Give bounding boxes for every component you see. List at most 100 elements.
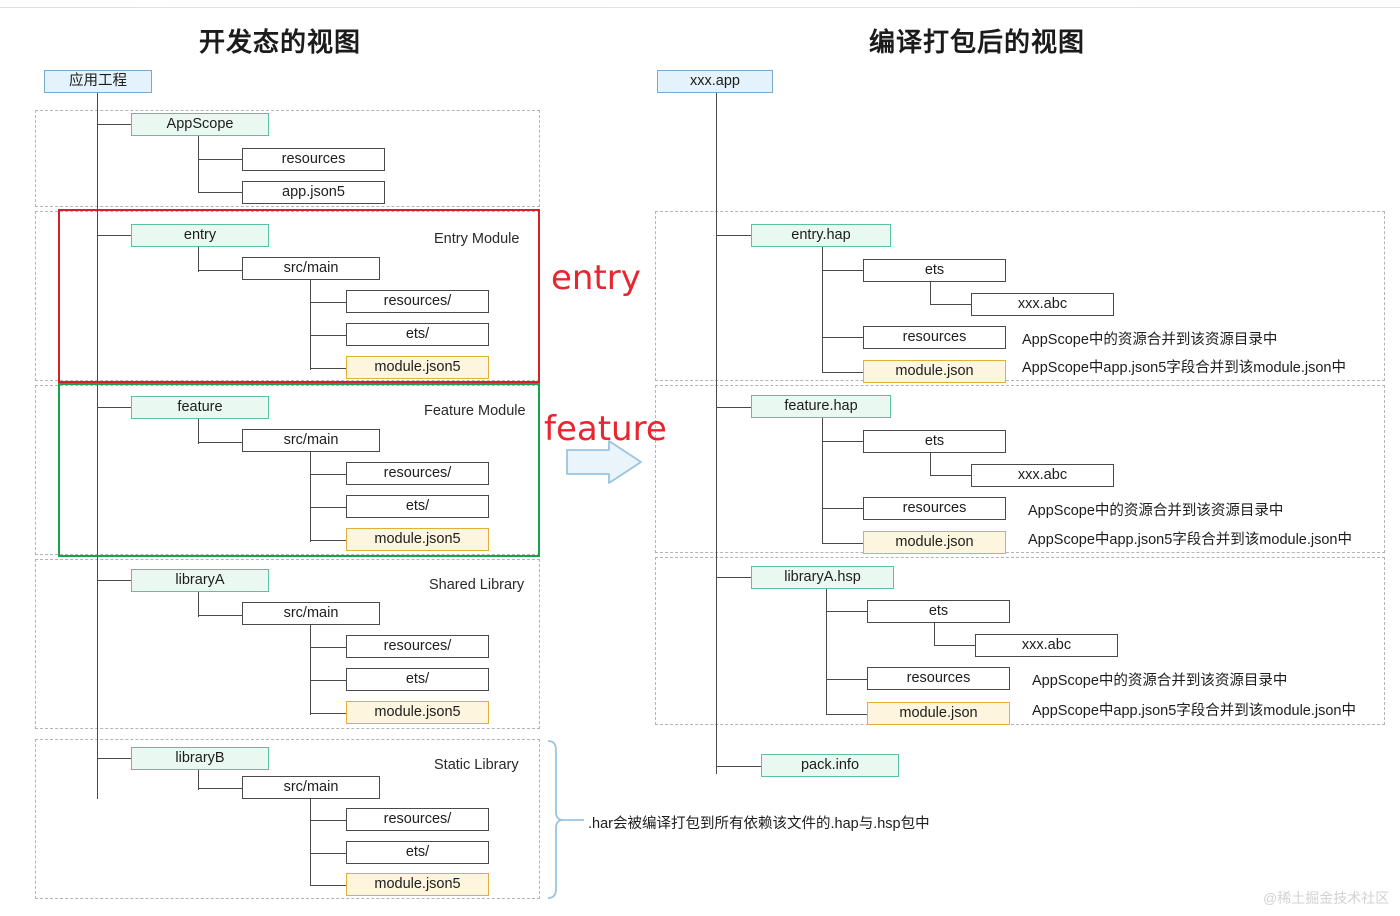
connector: [310, 452, 311, 542]
connector: [826, 679, 868, 680]
node-librarya-hsp-abc[interactable]: xxx.abc: [975, 634, 1118, 657]
connector: [310, 540, 347, 541]
note-librarya-hsp-json: AppScope中app.json5字段合并到该module.json中: [1032, 703, 1356, 719]
connector: [822, 441, 864, 442]
connector: [97, 124, 132, 125]
connector: [310, 713, 347, 714]
node-libraryb-module-json5[interactable]: module.json5: [346, 873, 489, 896]
connector: [822, 418, 823, 543]
connector: [822, 337, 864, 338]
connector: [822, 247, 823, 372]
connector: [310, 820, 347, 821]
connector: [198, 419, 199, 444]
connector: [826, 589, 827, 714]
node-feature[interactable]: feature: [131, 396, 269, 419]
connector: [934, 645, 976, 646]
connector: [198, 770, 199, 790]
node-feature-srcmain[interactable]: src/main: [242, 429, 380, 452]
node-librarya-module-json5[interactable]: module.json5: [346, 701, 489, 724]
node-librarya[interactable]: libraryA: [131, 569, 269, 592]
left-panel-title: 开发态的视图: [199, 27, 362, 57]
node-libraryb-srcmain[interactable]: src/main: [242, 776, 380, 799]
connector: [97, 758, 132, 759]
node-feature-ets[interactable]: ets/: [346, 495, 489, 518]
annotation-feature: feature: [544, 409, 667, 449]
annotation-entry: entry: [551, 258, 641, 298]
node-libraryb[interactable]: libraryB: [131, 747, 269, 770]
node-feature-module-json5[interactable]: module.json5: [346, 528, 489, 551]
connector: [930, 475, 972, 476]
node-feature-hap-resources[interactable]: resources: [863, 497, 1006, 520]
node-entry-hap-ets[interactable]: ets: [863, 259, 1006, 282]
node-librarya-hsp-ets[interactable]: ets: [867, 600, 1010, 623]
node-feature-hap-module-json[interactable]: module.json: [863, 531, 1006, 554]
node-libraryb-resources[interactable]: resources/: [346, 808, 489, 831]
connector: [310, 625, 311, 715]
connector: [930, 304, 972, 305]
connector: [930, 282, 931, 304]
connector: [716, 577, 752, 578]
node-app-project[interactable]: 应用工程: [44, 70, 152, 93]
node-feature-hap[interactable]: feature.hap: [751, 395, 891, 418]
connector: [310, 302, 347, 303]
connector: [97, 235, 132, 236]
connector: [310, 853, 347, 854]
node-entry[interactable]: entry: [131, 224, 269, 247]
node-entry-srcmain[interactable]: src/main: [242, 257, 380, 280]
note-librarya-hsp-resources: AppScope中的资源合并到该资源目录中: [1032, 673, 1288, 689]
node-librarya-hsp-module-json[interactable]: module.json: [867, 702, 1010, 725]
har-packaging-note: .har会被编译打包到所有依赖该文件的.hap与.hsp包中: [588, 816, 930, 832]
node-feature-hap-ets[interactable]: ets: [863, 430, 1006, 453]
connector: [198, 442, 243, 443]
node-librarya-hsp[interactable]: libraryA.hsp: [751, 566, 894, 589]
node-app-json5[interactable]: app.json5: [242, 181, 385, 204]
node-pack-info[interactable]: pack.info: [761, 754, 899, 777]
right-trunk-line: [716, 93, 717, 774]
node-librarya-hsp-resources[interactable]: resources: [867, 667, 1010, 690]
connector: [198, 788, 243, 789]
right-panel-title: 编译打包后的视图: [869, 27, 1086, 57]
node-librarya-srcmain[interactable]: src/main: [242, 602, 380, 625]
connector: [310, 680, 347, 681]
connector: [310, 799, 311, 886]
diagram-canvas: 开发态的视图 应用工程 AppScope resources app.json5…: [0, 0, 1400, 916]
connector: [310, 507, 347, 508]
connector: [826, 611, 868, 612]
node-libraryb-ets[interactable]: ets/: [346, 841, 489, 864]
node-entry-ets[interactable]: ets/: [346, 323, 489, 346]
connector: [310, 647, 347, 648]
note-feature-hap-resources: AppScope中的资源合并到该资源目录中: [1028, 503, 1284, 519]
node-feature-hap-abc[interactable]: xxx.abc: [971, 464, 1114, 487]
node-entry-hap-resources[interactable]: resources: [863, 326, 1006, 349]
connector: [716, 766, 762, 767]
node-entry-hap[interactable]: entry.hap: [751, 224, 891, 247]
node-librarya-ets[interactable]: ets/: [346, 668, 489, 691]
watermark: @稀土掘金技术社区: [1263, 890, 1390, 906]
node-entry-hap-module-json[interactable]: module.json: [863, 360, 1006, 383]
note-entry-hap-resources: AppScope中的资源合并到该资源目录中: [1022, 332, 1278, 348]
connector: [198, 615, 243, 616]
connector: [198, 592, 199, 617]
connector: [310, 474, 347, 475]
connector: [310, 280, 311, 370]
left-trunk-line: [97, 93, 98, 799]
label-static-library: Static Library: [434, 757, 519, 773]
connector: [822, 508, 864, 509]
connector: [198, 247, 199, 272]
node-xxx-app[interactable]: xxx.app: [657, 70, 773, 93]
label-feature-module: Feature Module: [424, 403, 526, 419]
node-appscope-resources[interactable]: resources: [242, 148, 385, 171]
connector: [310, 368, 347, 369]
connector: [716, 407, 752, 408]
node-entry-hap-abc[interactable]: xxx.abc: [971, 293, 1114, 316]
note-entry-hap-json: AppScope中app.json5字段合并到该module.json中: [1022, 360, 1346, 376]
connector: [198, 159, 243, 160]
connector: [97, 580, 132, 581]
connector: [934, 623, 935, 645]
node-appscope[interactable]: AppScope: [131, 113, 269, 136]
connector: [198, 270, 243, 271]
node-feature-resources[interactable]: resources/: [346, 462, 489, 485]
node-entry-resources[interactable]: resources/: [346, 290, 489, 313]
node-entry-module-json5[interactable]: module.json5: [346, 356, 489, 379]
node-librarya-resources[interactable]: resources/: [346, 635, 489, 658]
